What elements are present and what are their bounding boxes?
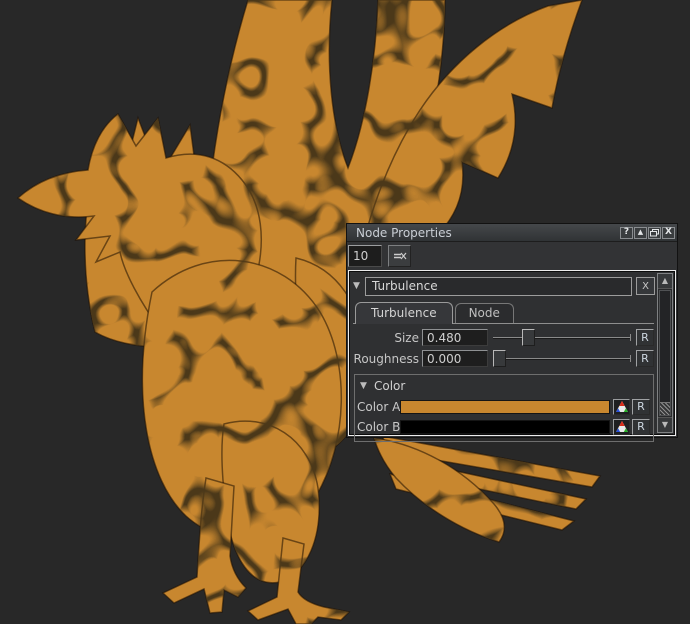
color-a-reset-button[interactable]: R xyxy=(632,399,650,415)
node-tabs: Turbulence Node xyxy=(355,302,655,323)
size-slider-handle[interactable] xyxy=(522,329,535,346)
roughness-slider-handle[interactable] xyxy=(493,350,506,367)
panel-titlebar[interactable]: Node Properties ? ▲ X xyxy=(347,224,677,242)
node-properties-panel: Node Properties ? ▲ X 10 ▼ Turbulence X xyxy=(346,223,678,438)
panel-toolbar: 10 xyxy=(347,242,677,270)
roughness-label: Roughness xyxy=(353,352,419,366)
panel-scrollbar[interactable]: ▲ ▼ xyxy=(657,273,673,433)
color-group-header: ▼ Color xyxy=(360,378,650,394)
size-slider[interactable] xyxy=(493,329,631,346)
turbulence-tab-page: Size 0.480 R Roughness 0.000 xyxy=(353,323,654,442)
rgb-triangle-icon xyxy=(616,421,628,432)
color-b-reset-button[interactable]: R xyxy=(632,419,650,435)
window-restore-icon xyxy=(650,229,659,237)
help-button[interactable]: ? xyxy=(620,227,633,239)
scroll-down-button[interactable]: ▼ xyxy=(658,417,672,432)
scrollbar-thumb[interactable] xyxy=(660,402,670,415)
scroll-up-icon: ▲ xyxy=(662,277,668,285)
collapse-color-icon[interactable]: ▼ xyxy=(360,382,374,391)
collapse-node-icon[interactable]: ▼ xyxy=(353,282,365,291)
help-icon: ? xyxy=(624,228,629,237)
rgb-triangle-icon xyxy=(616,401,628,412)
size-label: Size xyxy=(353,331,419,345)
size-slider-track xyxy=(493,337,631,338)
size-reset-button[interactable]: R xyxy=(636,329,654,346)
node-content-frame: ▼ Turbulence X Turbulence Node Size 0.48… xyxy=(348,270,676,436)
scrollbar-trough[interactable] xyxy=(659,290,671,416)
roughness-slider-track xyxy=(493,358,631,359)
node-header-row: ▼ Turbulence X xyxy=(353,276,655,296)
roughness-row: Roughness 0.000 R xyxy=(353,348,654,369)
minimize-button[interactable]: ▲ xyxy=(634,227,647,239)
size-value-field[interactable]: 0.480 xyxy=(422,329,488,346)
color-b-picker-button[interactable] xyxy=(613,419,630,435)
color-a-label: Color A xyxy=(357,400,400,414)
color-group: ▼ Color Color A xyxy=(354,374,654,442)
close-button[interactable]: X xyxy=(662,227,675,239)
edit-value-button[interactable] xyxy=(388,245,411,267)
tab-node[interactable]: Node xyxy=(455,303,514,323)
scroll-up-button[interactable]: ▲ xyxy=(658,274,672,289)
expression-icon xyxy=(393,251,407,261)
close-icon: X xyxy=(665,228,672,237)
color-a-row: Color A R xyxy=(357,397,650,416)
color-b-label: Color B xyxy=(357,420,400,434)
restore-button[interactable] xyxy=(648,227,661,239)
color-a-swatch[interactable] xyxy=(400,400,610,414)
color-b-row: Color B R xyxy=(357,417,650,436)
node-id-field[interactable]: 10 xyxy=(348,245,382,267)
roughness-slider[interactable] xyxy=(493,350,631,367)
color-b-swatch[interactable] xyxy=(400,420,610,434)
color-group-label: Color xyxy=(374,379,405,393)
size-row: Size 0.480 R xyxy=(353,327,654,348)
roughness-reset-button[interactable]: R xyxy=(636,350,654,367)
roughness-value-field[interactable]: 0.000 xyxy=(422,350,488,367)
node-name-field[interactable]: Turbulence xyxy=(365,277,632,296)
tab-turbulence[interactable]: Turbulence xyxy=(355,302,453,324)
panel-title: Node Properties xyxy=(356,225,619,241)
minimize-icon: ▲ xyxy=(638,229,643,236)
color-a-picker-button[interactable] xyxy=(613,399,630,415)
scroll-down-icon: ▼ xyxy=(662,421,668,429)
remove-node-button[interactable]: X xyxy=(636,277,655,295)
